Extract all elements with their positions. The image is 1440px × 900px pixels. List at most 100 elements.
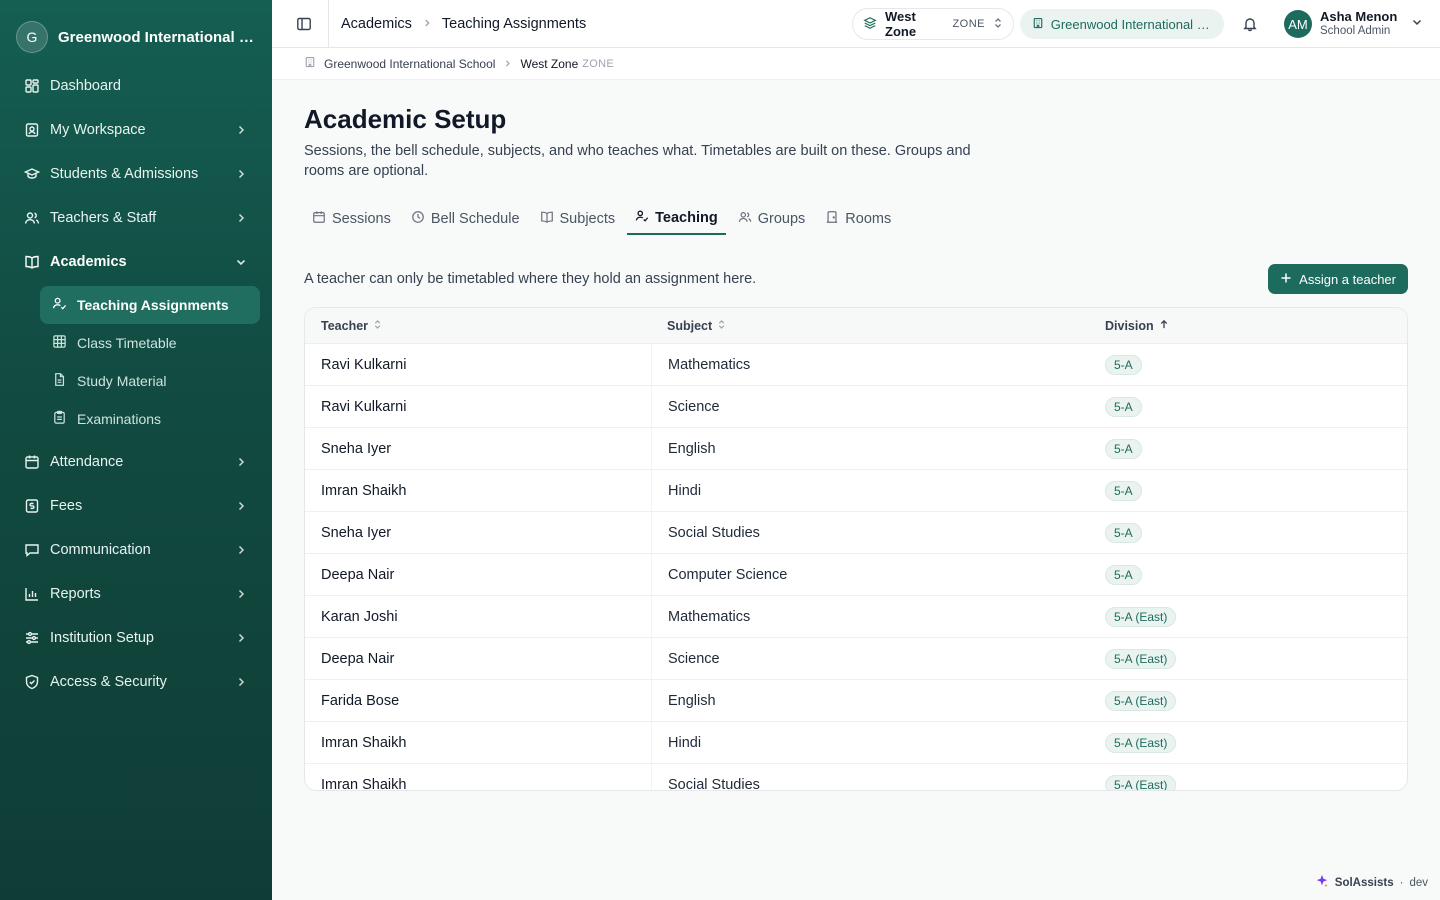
header-teacher[interactable]: Teacher <box>305 319 651 333</box>
user-info: Asha Menon School Admin <box>1320 9 1397 39</box>
door-icon <box>825 210 839 228</box>
chevron-right-icon <box>234 211 248 225</box>
sidebar-nav: Dashboard My Workspace Students & Admiss… <box>12 66 260 706</box>
zone-name: West Zone <box>885 9 917 39</box>
division-badge: 5-A <box>1105 354 1142 375</box>
cell-division: 5-A <box>1089 396 1407 417</box>
sidebar-item-teachers-staff[interactable]: Teachers & Staff <box>12 198 260 238</box>
sparkle-logo-icon <box>1315 874 1329 891</box>
table-row[interactable]: Imran Shaikh Hindi 5-A <box>305 470 1407 512</box>
cell-teacher: Deepa Nair <box>321 566 395 583</box>
tab-teaching[interactable]: Teaching <box>627 203 726 235</box>
assign-teacher-button[interactable]: Assign a teacher <box>1268 264 1408 294</box>
school-selector[interactable]: Greenwood International S... <box>1020 9 1224 39</box>
table-row[interactable]: Imran Shaikh Social Studies 5-A (East) <box>305 764 1407 790</box>
assignments-toolbar: A teacher can only be timetabled where t… <box>304 263 1408 295</box>
cell-subject: Computer Science <box>651 554 1089 595</box>
sidebar-item-students-admissions[interactable]: Students & Admissions <box>12 154 260 194</box>
chevron-down-icon <box>1411 15 1423 33</box>
table-row[interactable]: Ravi Kulkarni Science 5-A <box>305 386 1407 428</box>
table-body: Ravi Kulkarni Mathematics 5-A Ravi Kulkarni… <box>305 344 1407 790</box>
header-subject[interactable]: Subject <box>651 319 1089 333</box>
table-row[interactable]: Imran Shaikh Hindi 5-A (East) <box>305 722 1407 764</box>
cell-teacher: Karan Joshi <box>321 608 398 625</box>
cell-teacher: Deepa Nair <box>321 650 395 667</box>
sidebar-item-communication[interactable]: Communication <box>12 530 260 570</box>
graduation-cap-icon <box>24 166 40 182</box>
shield-icon <box>24 674 40 690</box>
sidebar-item-reports[interactable]: Reports <box>12 574 260 614</box>
sidebar-subitem-examinations[interactable]: Examinations <box>40 400 260 438</box>
sidebar-item-institution-setup[interactable]: Institution Setup <box>12 618 260 658</box>
sidebar-item-label: Dashboard <box>50 78 121 94</box>
user-menu[interactable]: AM Asha Menon School Admin <box>1284 8 1423 40</box>
grid-icon <box>52 334 67 352</box>
academics-submenu: Teaching Assignments Class Timetable Stu… <box>40 286 260 438</box>
context-zone-tag: ZONE <box>582 57 615 70</box>
cell-subject: English <box>651 428 1089 469</box>
sidebar-subitem-study-material[interactable]: Study Material <box>40 362 260 400</box>
sidebar-item-label: Students & Admissions <box>50 166 199 182</box>
calendar-icon <box>312 210 326 228</box>
org-switcher[interactable]: G Greenwood International Sc... <box>16 20 258 54</box>
cell-division: 5-A <box>1089 480 1407 501</box>
table-row[interactable]: Deepa Nair Computer Science 5-A <box>305 554 1407 596</box>
cell-subject: Hindi <box>651 470 1089 511</box>
table-row[interactable]: Deepa Nair Science 5-A (East) <box>305 638 1407 680</box>
sidebar-item-attendance[interactable]: Attendance <box>12 442 260 482</box>
cell-division: 5-A <box>1089 564 1407 585</box>
context-breadcrumb: Greenwood International School West Zone… <box>272 48 1440 80</box>
sidebar-subitem-teaching-assignments[interactable]: Teaching Assignments <box>40 286 260 324</box>
sidebar-subitem-class-timetable[interactable]: Class Timetable <box>40 324 260 362</box>
header-division[interactable]: Division <box>1089 319 1407 333</box>
sidebar-item-label: Fees <box>50 498 83 514</box>
file-icon <box>52 372 67 390</box>
chevron-right-icon <box>234 543 248 557</box>
cell-teacher: Ravi Kulkarni <box>321 398 407 415</box>
workspace-icon <box>24 122 40 138</box>
zone-selector[interactable]: West Zone ZONE <box>852 8 1014 40</box>
sidebar-subitem-label: Study Material <box>77 373 167 389</box>
user-check-icon <box>635 209 649 227</box>
tab-bell-schedule[interactable]: Bell Schedule <box>403 203 528 235</box>
sidebar-item-label: Teachers & Staff <box>50 210 157 226</box>
tab-label: Subjects <box>559 211 616 227</box>
arrow-up-icon <box>1159 319 1169 333</box>
sort-icon <box>373 319 382 333</box>
footer-brand: SolAssists · dev <box>1315 874 1428 891</box>
clock-icon <box>411 210 425 228</box>
footer-brand-name: SolAssists <box>1334 876 1394 889</box>
tab-sessions[interactable]: Sessions <box>304 203 399 235</box>
sidebar-toggle-icon[interactable] <box>292 12 316 36</box>
tab-label: Bell Schedule <box>430 211 520 227</box>
cell-teacher: Farida Bose <box>321 692 400 709</box>
sidebar-subitem-label: Teaching Assignments <box>77 297 229 313</box>
avatar: AM <box>1284 10 1312 38</box>
breadcrumb-current: Teaching Assignments <box>441 15 587 32</box>
table-row[interactable]: Ravi Kulkarni Mathematics 5-A <box>305 344 1407 386</box>
tab-subjects[interactable]: Subjects <box>532 203 624 235</box>
context-school[interactable]: Greenwood International School <box>324 57 495 71</box>
plus-icon <box>1280 272 1292 287</box>
sidebar-item-academics[interactable]: Academics <box>12 242 260 282</box>
sidebar-item-my-workspace[interactable]: My Workspace <box>12 110 260 150</box>
top-bar: Academics Teaching Assignments West Zone… <box>272 0 1440 48</box>
breadcrumb-academics[interactable]: Academics <box>341 16 412 32</box>
chevron-right-icon <box>234 499 248 513</box>
calendar-icon <box>24 454 40 470</box>
table-row[interactable]: Farida Bose English 5-A (East) <box>305 680 1407 722</box>
sidebar-item-fees[interactable]: Fees <box>12 486 260 526</box>
tab-rooms[interactable]: Rooms <box>817 203 899 235</box>
sidebar-item-dashboard[interactable]: Dashboard <box>12 66 260 106</box>
assign-teacher-label: Assign a teacher <box>1299 271 1396 287</box>
cell-division: 5-A <box>1089 354 1407 375</box>
sidebar-item-access-security[interactable]: Access & Security <box>12 662 260 702</box>
tab-groups[interactable]: Groups <box>730 203 814 235</box>
table-row[interactable]: Sneha Iyer English 5-A <box>305 428 1407 470</box>
table-row[interactable]: Karan Joshi Mathematics 5-A (East) <box>305 596 1407 638</box>
users-icon <box>738 210 752 228</box>
topbar-divider <box>328 0 329 48</box>
breadcrumb: Academics Teaching Assignments <box>341 16 586 32</box>
table-row[interactable]: Sneha Iyer Social Studies 5-A <box>305 512 1407 554</box>
bell-icon[interactable] <box>1240 14 1260 34</box>
